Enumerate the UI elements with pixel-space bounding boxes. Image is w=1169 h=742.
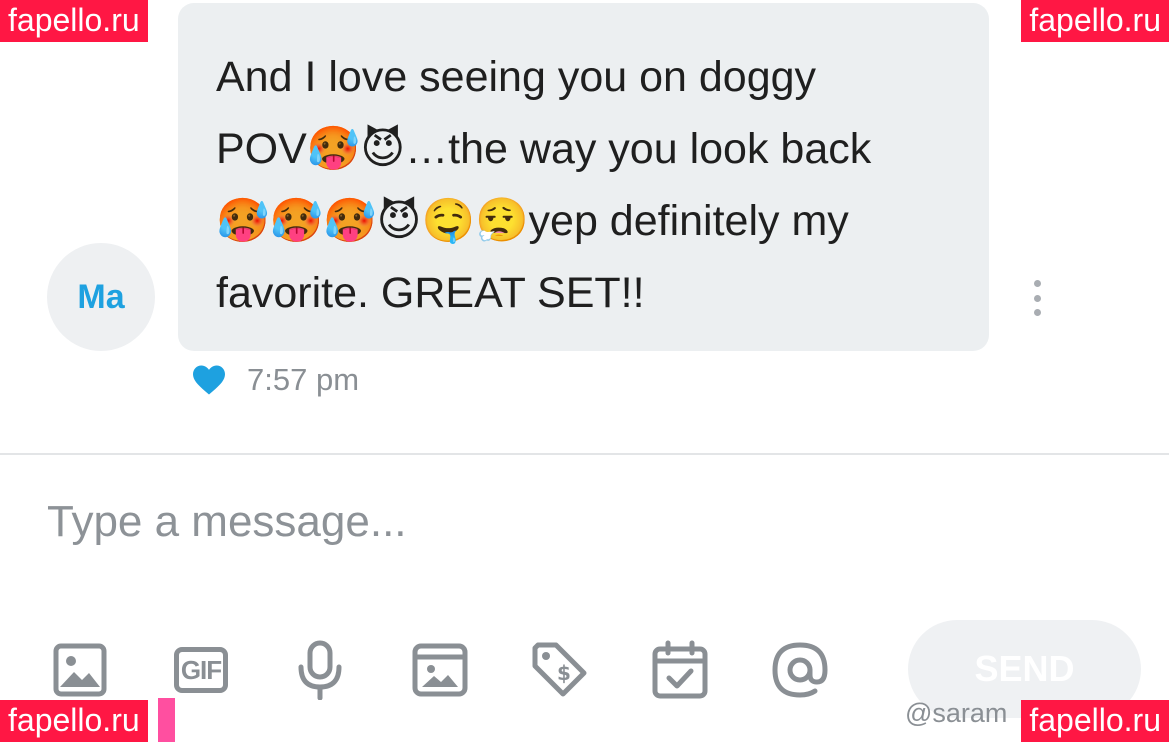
mention-at-icon[interactable]: [768, 638, 832, 702]
send-button-label: SEND: [974, 648, 1075, 689]
svg-text:$: $: [557, 661, 571, 685]
price-tag-icon[interactable]: $: [528, 638, 592, 702]
gif-label: GIF: [174, 647, 228, 693]
watermark-bottom-left: fapello.ru: [0, 700, 148, 742]
image-icon[interactable]: [48, 638, 112, 702]
message-line: And I love seeing you on doggy: [216, 53, 817, 101]
heart-icon[interactable]: [191, 364, 227, 396]
microphone-icon[interactable]: [288, 638, 352, 702]
message-line: 🥵🥵🥵😈🤤😮‍💨yep definitely my: [216, 197, 849, 245]
avatar[interactable]: Ma: [47, 243, 155, 351]
creator-handle: @saram: [905, 698, 1008, 728]
watermark-top-left: fapello.ru: [0, 0, 148, 42]
composer-divider: [0, 453, 1169, 455]
watermark-bottom-right: fapello.ru: [1021, 700, 1169, 742]
message-options-icon[interactable]: [1030, 280, 1044, 316]
message-line: favorite. GREAT SET!!: [216, 269, 645, 317]
message-input[interactable]: [47, 490, 947, 554]
message-line: POV🥵😈…the way you look back: [216, 125, 872, 173]
gif-icon[interactable]: GIF: [169, 638, 233, 702]
avatar-initials: Ma: [77, 277, 125, 316]
message-meta: 7:57 pm: [191, 362, 359, 398]
message-bubble[interactable]: And I love seeing you on doggy POV🥵😈…the…: [178, 3, 989, 351]
watermark-fragment: [158, 698, 175, 742]
vault-media-icon[interactable]: [408, 638, 472, 702]
message-timestamp: 7:57 pm: [247, 362, 360, 397]
schedule-calendar-icon[interactable]: [648, 638, 712, 702]
watermark-top-right: fapello.ru: [1021, 0, 1169, 42]
